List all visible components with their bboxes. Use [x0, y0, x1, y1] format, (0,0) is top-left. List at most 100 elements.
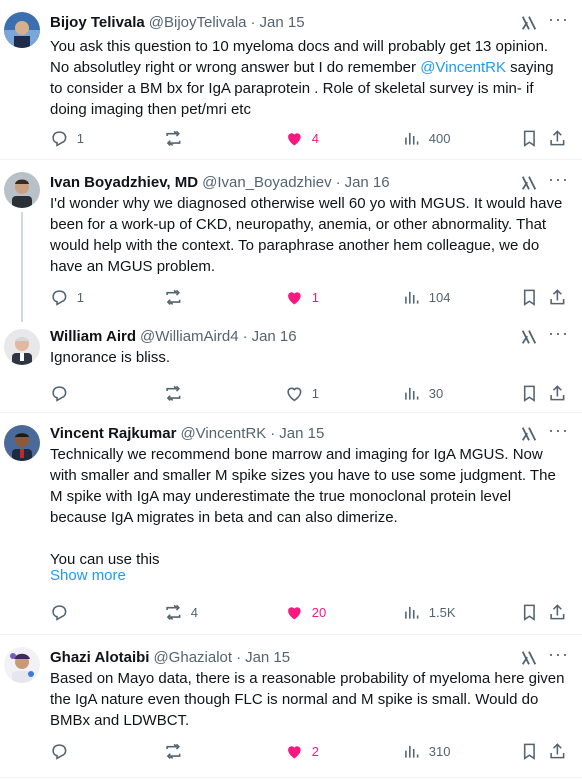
grok-icon[interactable] [520, 174, 538, 192]
more-icon[interactable]: ··· [548, 324, 568, 346]
views-icon [405, 132, 419, 145]
more-icon[interactable]: ··· [548, 421, 568, 443]
separator-dot: · [250, 13, 256, 31]
share-icon [550, 742, 565, 759]
tweet-3[interactable]: William Aird @WilliamAird4 · Jan 16 ··· … [0, 317, 582, 413]
more-icon[interactable]: ··· [548, 10, 568, 32]
bookmark-button[interactable] [520, 741, 539, 761]
thread-line [21, 212, 23, 322]
views-button[interactable]: 310 [402, 741, 450, 761]
share-icon [550, 384, 565, 401]
views-icon [405, 745, 419, 758]
reply-count: 1 [76, 289, 84, 305]
share-button[interactable] [548, 602, 567, 622]
bookmark-button[interactable] [520, 383, 539, 403]
heart-icon [288, 745, 301, 759]
retweet-button[interactable] [164, 741, 191, 761]
action-bar: 1 4 400 [50, 128, 566, 148]
views-count: 1.5K [428, 604, 456, 620]
grok-icon[interactable] [520, 649, 538, 667]
tweet-date[interactable]: Jan 16 [252, 328, 297, 345]
mention-link[interactable]: @VincentRK [420, 59, 506, 76]
like-button[interactable]: 2 [285, 741, 319, 761]
action-bar: 1 1 104 [50, 287, 566, 307]
views-button[interactable]: 400 [402, 128, 450, 148]
tweet-date[interactable]: Jan 15 [279, 425, 324, 442]
tweet-date[interactable]: Jan 15 [245, 649, 290, 666]
reply-count: 1 [76, 130, 84, 146]
share-button[interactable] [548, 741, 567, 761]
retweet-button[interactable] [164, 383, 191, 403]
author-name[interactable]: Ghazi Alotaibi [50, 649, 149, 666]
bookmark-button[interactable] [520, 128, 539, 148]
reply-button[interactable]: 1 [50, 287, 84, 307]
reply-icon [52, 743, 67, 760]
reply-button[interactable] [50, 383, 77, 403]
more-icon[interactable]: ··· [548, 170, 568, 192]
grok-icon[interactable] [520, 14, 538, 32]
grok-icon[interactable] [520, 425, 538, 443]
tweet-header: Ghazi Alotaibi @Ghazialot · Jan 15 [50, 647, 582, 667]
author-handle[interactable]: @Ghazialot [153, 649, 232, 666]
avatar[interactable] [4, 172, 40, 208]
bookmark-icon [523, 130, 535, 147]
tweet-1[interactable]: Bijoy Telivala @BijoyTelivala · Jan 15 ·… [0, 0, 582, 160]
tweet-5[interactable]: Ghazi Alotaibi @Ghazialot · Jan 15 ··· B… [0, 635, 582, 778]
bookmark-button[interactable] [520, 602, 539, 622]
reply-button[interactable] [50, 741, 77, 761]
retweet-button[interactable] [164, 128, 191, 148]
author-name[interactable]: William Aird [50, 328, 136, 345]
author-handle[interactable]: @BijoyTelivala [149, 14, 247, 31]
views-button[interactable]: 1.5K [402, 602, 456, 622]
like-button[interactable]: 1 [285, 383, 319, 403]
tweet-4[interactable]: Vincent Rajkumar @VincentRK · Jan 15 ···… [0, 413, 582, 635]
separator-dot: · [335, 173, 341, 191]
share-button[interactable] [548, 128, 567, 148]
show-more-link[interactable]: Show more [50, 567, 126, 584]
retweet-icon [166, 289, 181, 305]
action-bar: 4 20 1.5K [50, 602, 566, 622]
more-icon[interactable]: ··· [548, 645, 568, 667]
share-button[interactable] [548, 383, 567, 403]
reply-button[interactable]: 1 [50, 128, 84, 148]
views-icon [405, 387, 419, 400]
views-button[interactable]: 30 [402, 383, 443, 403]
like-button[interactable]: 4 [285, 128, 319, 148]
tweet-text: Technically we recommend bone marrow and… [50, 446, 556, 568]
views-button[interactable]: 104 [402, 287, 450, 307]
reply-icon [52, 385, 67, 402]
avatar[interactable] [4, 329, 40, 365]
avatar[interactable] [4, 425, 40, 461]
tweet-text: Ignorance is bliss. [50, 349, 171, 366]
retweet-icon [166, 385, 181, 401]
heart-icon [288, 132, 301, 146]
grok-icon[interactable] [520, 328, 538, 346]
author-name[interactable]: Vincent Rajkumar [50, 425, 176, 442]
action-bar: 2 310 [50, 741, 566, 761]
share-button[interactable] [548, 287, 567, 307]
like-button[interactable]: 1 [285, 287, 319, 307]
bookmark-icon [523, 604, 535, 621]
author-name[interactable]: Bijoy Telivala [50, 14, 145, 31]
retweet-button[interactable]: 4 [164, 602, 198, 622]
bookmark-button[interactable] [520, 287, 539, 307]
views-icon [405, 291, 419, 304]
retweet-button[interactable] [164, 287, 191, 307]
tweet-text: You ask this question to 10 myeloma docs… [50, 38, 558, 118]
separator-dot: · [242, 327, 248, 345]
author-name[interactable]: Ivan Boyadzhiev, MD [50, 174, 198, 191]
tweet-header: William Aird @WilliamAird4 · Jan 16 [50, 326, 582, 346]
reply-button[interactable] [50, 602, 77, 622]
retweet-count: 4 [190, 604, 198, 620]
tweet-date[interactable]: Jan 16 [345, 174, 390, 191]
author-handle[interactable]: @VincentRK [180, 425, 266, 442]
views-count: 30 [428, 385, 444, 401]
author-handle[interactable]: @WilliamAird4 [140, 328, 239, 345]
author-handle[interactable]: @Ivan_Boyadzhiev [202, 174, 331, 191]
avatar[interactable] [4, 647, 40, 683]
like-button[interactable]: 20 [285, 602, 326, 622]
share-icon [550, 129, 565, 146]
avatar[interactable] [4, 12, 40, 48]
tweet-2[interactable]: Ivan Boyadzhiev, MD @Ivan_Boyadzhiev · J… [0, 160, 582, 322]
tweet-date[interactable]: Jan 15 [260, 14, 305, 31]
